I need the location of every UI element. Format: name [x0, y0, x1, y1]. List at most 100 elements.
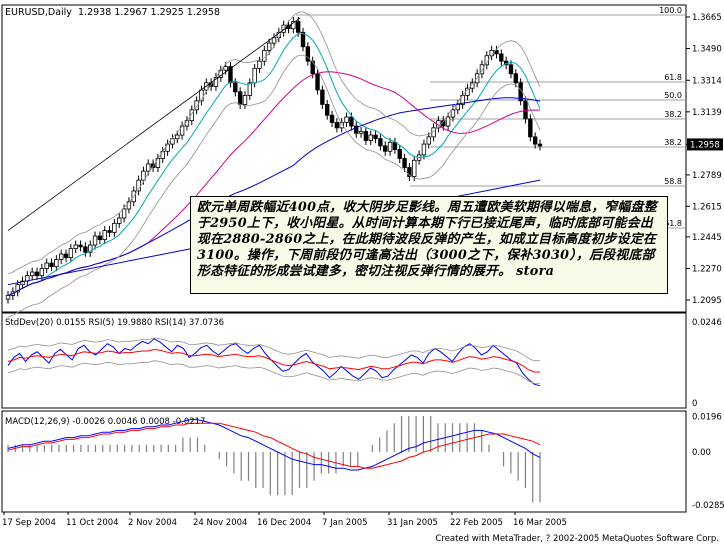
candle-body [44, 262, 49, 269]
candle-body [445, 116, 451, 127]
candle-body [305, 46, 311, 62]
candle-body [112, 222, 117, 233]
candle-body [59, 253, 64, 260]
candle-body [5, 295, 11, 300]
candle-body [165, 143, 170, 152]
candle-body [107, 230, 112, 233]
ohlc-values: 1.2938 1.2967 1.2925 1.2958 [78, 7, 220, 18]
date-tick-label: 24 Nov 2004 [193, 518, 247, 528]
annotation-text: 欧元单周跌幅近400点，收大阴步足影线。周五遭欧美软期得以喘息，窄幅盘整于295… [197, 200, 657, 279]
candle-body [92, 235, 98, 246]
price-tick-label: 1.2789 [692, 171, 722, 181]
rsi-lower-band [7, 360, 540, 384]
fibo-level-label: 50.0 [664, 91, 682, 100]
candle-body [252, 67, 257, 84]
candle-body [387, 141, 393, 152]
candle-body [358, 131, 364, 134]
candle-body [315, 73, 320, 91]
candle-body [102, 230, 107, 241]
indicator1-tick-bottom: 0 [692, 399, 697, 409]
fibo-level-label: 38.2 [664, 110, 682, 119]
candle-body [97, 235, 103, 241]
chart-symbol-title: EURUSD,Daily [5, 7, 72, 18]
candle-body [34, 271, 40, 277]
candle-body [392, 141, 398, 150]
candle-body [324, 104, 330, 116]
price-tick-label: 1.2615 [692, 202, 722, 212]
fibo-level-label: 100.0 [659, 6, 682, 15]
rsi5-line [7, 338, 541, 387]
candle-body [499, 53, 504, 62]
date-tick-label: 16 Mar 2005 [513, 518, 567, 528]
price-tick-label: 1.3490 [692, 45, 722, 55]
date-tick-label: 11 Oct 2004 [66, 518, 119, 528]
candle-body [320, 89, 325, 105]
candle-body [532, 136, 538, 145]
fibo-level-label: 61.8 [664, 73, 682, 82]
candle-body [257, 60, 262, 69]
candle-body [29, 271, 35, 277]
candle-body [537, 143, 543, 147]
candle-body [78, 244, 83, 248]
candle-body [402, 158, 407, 168]
rsi14-line [7, 348, 540, 373]
indicator2-tick-zero: 0.00 [692, 448, 711, 458]
candle-body [126, 201, 132, 210]
candle-body [421, 143, 427, 156]
candle-body [121, 208, 127, 219]
price-tick-label: 1.2270 [692, 264, 722, 274]
candle-body [271, 37, 277, 44]
candle-body [117, 217, 122, 224]
candle-body [412, 159, 417, 177]
candle-body [233, 82, 238, 93]
price-tick-label: 1.3665 [692, 13, 722, 23]
candle-body [329, 114, 335, 123]
date-tick-label: 17 Sep 2004 [2, 518, 56, 528]
date-tick-label: 22 Feb 2005 [450, 518, 503, 528]
price-tick-label: 1.3139 [692, 108, 722, 118]
candle-body [528, 118, 533, 138]
candle-body [262, 49, 267, 62]
candle-body [160, 150, 165, 159]
candle-body [334, 122, 340, 129]
candle-body [175, 134, 180, 140]
metatrader-chart: 1.3665 1.3490 1.3314 1.3139 1.2958 1.2789 1.26… [0, 0, 724, 546]
candle-body [223, 66, 228, 71]
candle-body [73, 244, 78, 250]
candle-body [426, 136, 431, 145]
candle-body [68, 248, 74, 259]
fibo-level-label: 38.2 [664, 138, 682, 147]
annotation-box: 欧元单周跌幅近400点，收大阴步足影线。周五遭欧美软期得以喘息，窄幅盘整于295… [190, 196, 668, 294]
candle-body [513, 73, 519, 84]
candle-body [344, 116, 349, 123]
indicator2-tick-top: 0.0196 [692, 413, 722, 423]
indicator2-tick-bottom: -0.0285 [692, 501, 724, 511]
candle-body [146, 163, 151, 172]
indicator1-tick-top: 0.0246 [692, 318, 722, 328]
candle-body [266, 42, 272, 51]
candle-body [49, 262, 54, 268]
candle-body [363, 131, 369, 141]
date-tick-label: 2 Nov 2004 [128, 518, 177, 528]
footer-credit: Created with MetaTrader, ? 2002-2005 Met… [435, 534, 719, 544]
date-tick-label: 31 Jan 2005 [387, 518, 438, 528]
candle-body [450, 109, 456, 118]
candle-body [39, 268, 45, 277]
current-price-label: 1.2958 [690, 140, 720, 150]
candle-body [349, 116, 354, 127]
price-tick-label: 1.2445 [692, 233, 722, 243]
fibo-level-label: 58.8 [664, 177, 682, 186]
date-tick-label: 7 Jan 2005 [322, 518, 368, 528]
candle-body [295, 21, 301, 33]
candle-body [242, 95, 248, 105]
candle-body [455, 104, 460, 111]
candle-body [54, 259, 59, 268]
candle-body [63, 253, 69, 259]
candle-body [155, 158, 161, 168]
candle-body [508, 64, 514, 75]
indicator1-label: StdDev(20) 0.0155 RSI(5) 19.9880 RSI(14)… [5, 318, 224, 328]
candle-body [373, 134, 378, 140]
candle-body [368, 134, 373, 141]
candle-body [378, 138, 383, 147]
candle-body [237, 91, 243, 105]
